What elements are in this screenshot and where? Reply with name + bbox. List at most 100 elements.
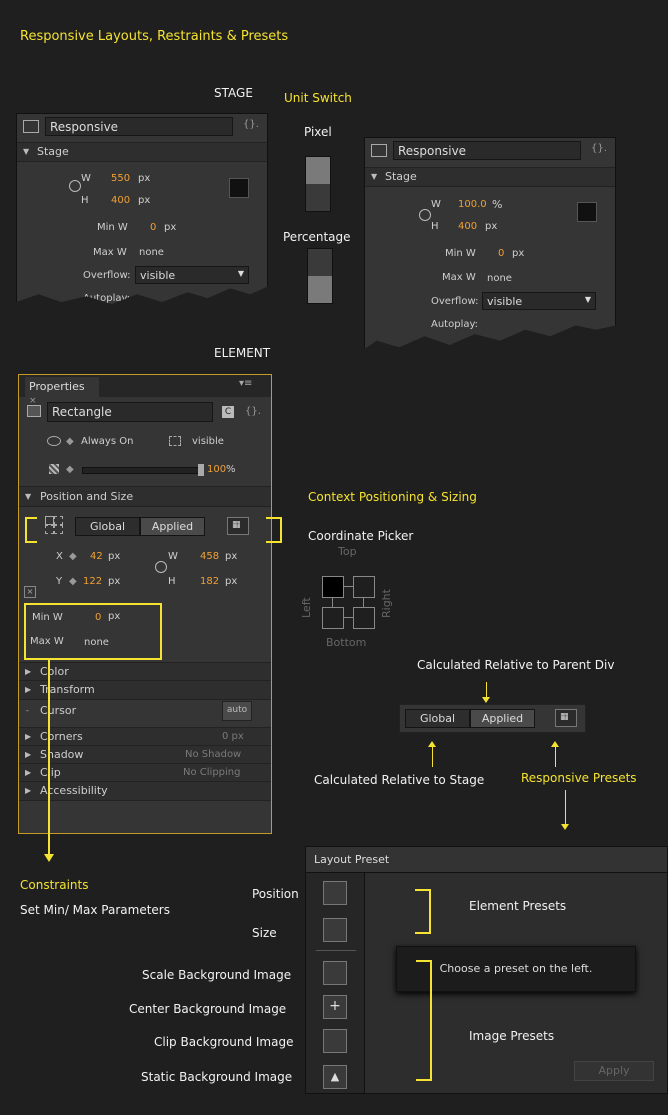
global-button[interactable]: Global bbox=[405, 709, 470, 728]
size-label: Size bbox=[252, 926, 277, 940]
h-unit[interactable]: px bbox=[225, 576, 237, 587]
size-preset-icon[interactable] bbox=[323, 918, 347, 942]
global-button[interactable]: Global bbox=[75, 517, 140, 536]
code-braces-icon[interactable]: {}. bbox=[245, 406, 261, 417]
tab-properties[interactable]: Properties × bbox=[25, 377, 99, 406]
highlight-bracket-right bbox=[266, 517, 282, 543]
width-unit[interactable]: % bbox=[492, 198, 502, 211]
link-dimensions-icon[interactable] bbox=[419, 209, 431, 221]
stage-section-header[interactable]: ▼ Stage bbox=[17, 142, 267, 162]
height-value[interactable]: 400 bbox=[458, 221, 477, 232]
unit-switch-percentage[interactable] bbox=[307, 248, 333, 304]
position-size-header[interactable]: ▼ Position and Size bbox=[19, 486, 271, 507]
picker-cell-bottom-left[interactable] bbox=[322, 607, 344, 629]
diamond-icon[interactable]: ◆ bbox=[69, 576, 77, 587]
visible-value[interactable]: visible bbox=[192, 436, 224, 447]
clip-bg-preset-icon[interactable] bbox=[323, 1029, 347, 1053]
stage-name-field[interactable]: Responsive bbox=[45, 117, 233, 136]
opacity-unit[interactable]: % bbox=[226, 464, 236, 475]
coordinate-picker-icon[interactable] bbox=[45, 516, 63, 534]
stage-color-swatch[interactable] bbox=[229, 178, 249, 198]
scale-bg-preset-icon[interactable] bbox=[323, 961, 347, 985]
center-bg-preset-icon[interactable]: + bbox=[323, 995, 347, 1019]
overflow-select[interactable]: visible ▼ bbox=[135, 266, 249, 284]
unit-switch-pixel[interactable] bbox=[305, 156, 331, 212]
picker-cell-top-right[interactable] bbox=[353, 576, 375, 598]
always-on-value[interactable]: Always On bbox=[81, 436, 133, 447]
calc-parent-label: Calculated Relative to Parent Div bbox=[417, 658, 615, 672]
opacity-value[interactable]: 100 bbox=[207, 464, 226, 475]
h-value[interactable]: 182 bbox=[200, 576, 219, 587]
code-braces-icon[interactable]: {}. bbox=[591, 143, 607, 154]
corners-section[interactable]: ▶ Corners 0 px bbox=[19, 727, 271, 747]
max-w-value[interactable]: none bbox=[139, 247, 164, 258]
set-minmax-label: Set Min/ Max Parameters bbox=[20, 903, 170, 917]
shadow-label: Shadow bbox=[40, 748, 84, 761]
overflow-select[interactable]: visible ▼ bbox=[482, 292, 596, 310]
y-unit[interactable]: px bbox=[108, 576, 120, 587]
width-unit[interactable]: px bbox=[138, 173, 150, 184]
accessibility-section[interactable]: ▶ Accessibility bbox=[19, 781, 271, 801]
diamond-icon[interactable]: ◆ bbox=[69, 551, 77, 562]
slider-handle[interactable] bbox=[198, 464, 204, 476]
stage-section-header[interactable]: ▼ Stage bbox=[365, 167, 615, 187]
link-dimensions-icon[interactable] bbox=[69, 180, 81, 192]
layout-preset-button[interactable]: ▦ bbox=[227, 517, 249, 535]
height-value[interactable]: 400 bbox=[111, 195, 130, 206]
class-icon[interactable]: C bbox=[222, 406, 234, 418]
collapse-triangle-icon: ▼ bbox=[371, 172, 378, 181]
panel-menu-icon[interactable]: ▾≡ bbox=[239, 378, 252, 389]
max-w-label: Max W bbox=[93, 247, 127, 258]
w-label: W bbox=[81, 173, 91, 184]
apply-button[interactable]: Apply bbox=[574, 1061, 654, 1081]
diamond-icon[interactable]: ◆ bbox=[66, 436, 74, 447]
code-braces-icon[interactable]: {}. bbox=[243, 119, 259, 130]
constraints-toggle-icon[interactable]: × bbox=[24, 586, 36, 598]
chevron-down-icon: ▼ bbox=[584, 295, 591, 304]
coordinate-toggle-bar: Global Applied ▦ bbox=[399, 704, 586, 733]
diamond-icon[interactable]: ◆ bbox=[66, 464, 74, 475]
y-value[interactable]: 122 bbox=[83, 576, 102, 587]
min-w-value[interactable]: 0 bbox=[150, 222, 156, 233]
global-applied-toggle[interactable]: Global Applied bbox=[405, 709, 535, 728]
clip-section[interactable]: ▶ Clip No Clipping bbox=[19, 763, 271, 783]
max-w-value[interactable]: none bbox=[487, 273, 512, 284]
stage-section-label: Stage bbox=[37, 145, 69, 158]
min-w-value[interactable]: 0 bbox=[498, 248, 504, 259]
global-applied-toggle[interactable]: Global Applied bbox=[75, 517, 205, 536]
static-bg-preset-icon[interactable]: ▲ bbox=[323, 1065, 347, 1089]
element-name-field[interactable]: Rectangle bbox=[47, 402, 213, 422]
width-value[interactable]: 100.0 bbox=[458, 199, 487, 210]
color-section[interactable]: ▶ Color bbox=[19, 662, 271, 682]
stage-panel-pixel: Responsive {}. ▼ Stage W 550 px H 400 px… bbox=[16, 113, 268, 305]
w-value[interactable]: 458 bbox=[200, 551, 219, 562]
transform-section[interactable]: ▶ Transform bbox=[19, 680, 271, 700]
w-unit[interactable]: px bbox=[225, 551, 237, 562]
picker-cell-top-left[interactable] bbox=[322, 576, 344, 598]
arrow-up-icon bbox=[428, 741, 436, 747]
expand-triangle-icon: ▶ bbox=[25, 667, 32, 676]
applied-button[interactable]: Applied bbox=[470, 709, 535, 728]
min-w-unit[interactable]: px bbox=[512, 248, 524, 259]
chevron-down-icon: ▼ bbox=[237, 269, 244, 278]
link-dimensions-icon[interactable] bbox=[155, 561, 167, 573]
stage-name-field[interactable]: Responsive bbox=[393, 141, 581, 160]
width-value[interactable]: 550 bbox=[111, 173, 130, 184]
layout-preset-button[interactable]: ▦ bbox=[555, 709, 577, 727]
applied-button[interactable]: Applied bbox=[140, 517, 205, 536]
cursor-auto-button[interactable]: auto bbox=[222, 701, 252, 721]
shadow-section[interactable]: ▶ Shadow No Shadow bbox=[19, 745, 271, 765]
expand-triangle-icon: ▶ bbox=[25, 750, 32, 759]
height-unit[interactable]: px bbox=[485, 221, 497, 232]
min-w-unit[interactable]: px bbox=[164, 222, 176, 233]
pointer-line bbox=[432, 745, 433, 767]
stage-color-swatch[interactable] bbox=[577, 202, 597, 222]
height-unit[interactable]: px bbox=[138, 195, 150, 206]
x-unit[interactable]: px bbox=[108, 551, 120, 562]
opacity-slider[interactable] bbox=[82, 464, 204, 476]
x-value[interactable]: 42 bbox=[90, 551, 103, 562]
picker-cell-bottom-right[interactable] bbox=[353, 607, 375, 629]
overflow-label: Overflow: bbox=[431, 296, 479, 307]
preset-grid-icon: ▦ bbox=[560, 712, 569, 722]
position-preset-icon[interactable] bbox=[323, 881, 347, 905]
